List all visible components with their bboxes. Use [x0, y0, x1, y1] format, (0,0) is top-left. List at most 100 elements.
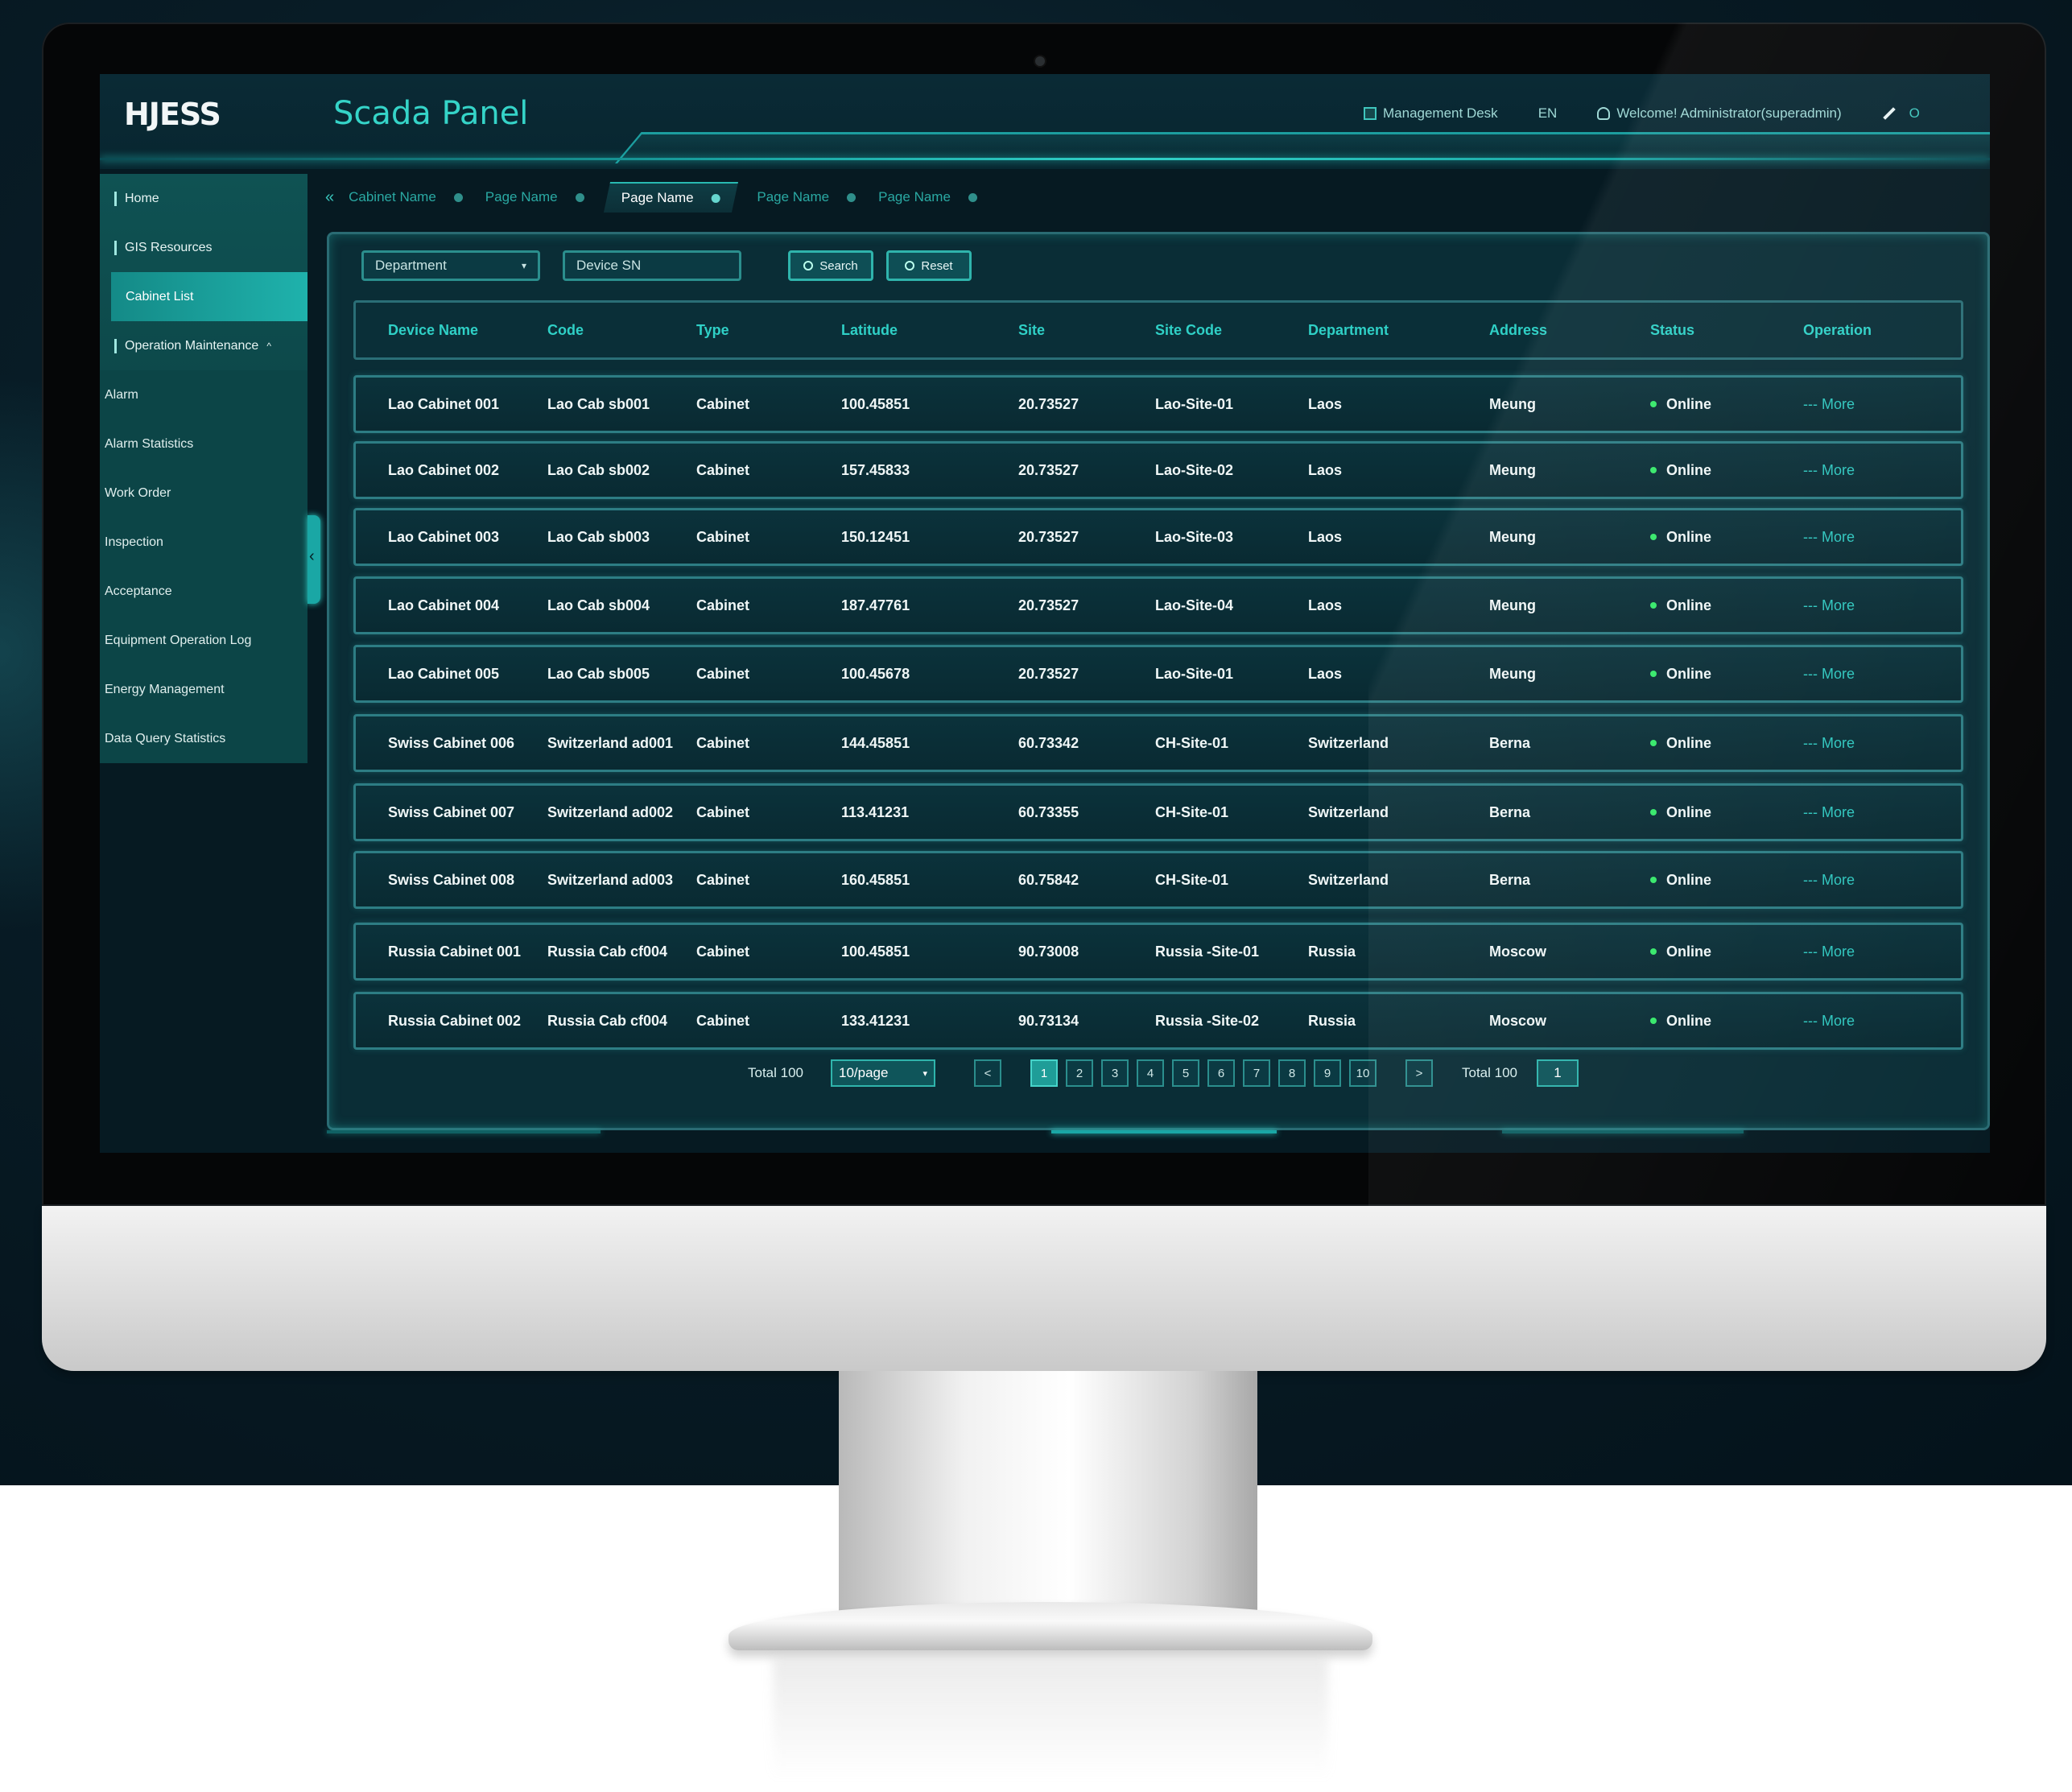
more-link[interactable]: --- More: [1803, 666, 1956, 683]
page-size-select[interactable]: 10/page ▾: [831, 1059, 935, 1087]
search-button[interactable]: Search: [788, 250, 873, 281]
close-tab-icon[interactable]: [968, 192, 977, 202]
more-link[interactable]: --- More: [1803, 1013, 1956, 1030]
table-cell: Berna: [1489, 803, 1531, 820]
sidebar-item-alarm[interactable]: Alarm: [100, 370, 307, 419]
table-row[interactable]: Swiss Cabinet 006 Switzerland ad001 Cabine…: [353, 714, 1963, 772]
column-header[interactable]: Device Name: [356, 322, 539, 339]
more-link[interactable]: --- More: [1803, 943, 1956, 960]
table-cell: Moscow: [1489, 1012, 1547, 1029]
more-link[interactable]: --- More: [1803, 872, 1956, 889]
table-row[interactable]: Russia Cabinet 001 Russia Cab cf004 Cabine…: [353, 923, 1963, 981]
table-cell: Cabinet: [696, 803, 750, 820]
more-link[interactable]: --- More: [1803, 597, 1956, 614]
user-menu[interactable]: Welcome! Administrator(superadmin): [1597, 105, 1842, 122]
language-label: EN: [1537, 105, 1558, 121]
next-page-button[interactable]: >: [1405, 1059, 1433, 1087]
double-chevron-left-icon[interactable]: «: [325, 188, 334, 207]
sidebar-item-energy[interactable]: Energy Management: [100, 665, 307, 714]
language-switch[interactable]: EN: [1538, 105, 1558, 122]
column-header[interactable]: Code: [539, 322, 696, 339]
table-cell: 60.75842: [1018, 871, 1079, 888]
more-link[interactable]: --- More: [1803, 804, 1956, 821]
table-cell: Russia: [1308, 943, 1356, 960]
table-cell: Switzerland ad003: [547, 871, 674, 888]
app-screen: HJESS Scada Panel Management Desk EN Wel…: [100, 74, 1990, 1153]
device-sn-input[interactable]: Device SN: [563, 250, 741, 281]
table-cell: 90.73008: [1018, 943, 1079, 960]
prev-page-button[interactable]: <: [974, 1059, 1001, 1087]
page-button[interactable]: 4: [1137, 1059, 1164, 1087]
sidebar-item-work-order[interactable]: Work Order: [100, 469, 307, 518]
more-link[interactable]: --- More: [1803, 529, 1956, 546]
table-row[interactable]: Lao Cabinet 004 Lao Cab sb004 Cabinet 187.4…: [353, 576, 1963, 634]
table-row[interactable]: Lao Cabinet 001 Lao Cab sb001 Cabinet 100.4…: [353, 375, 1963, 433]
page-button[interactable]: 3: [1101, 1059, 1129, 1087]
page-button[interactable]: 7: [1243, 1059, 1270, 1087]
tab-page-name-3[interactable]: Page Name: [757, 189, 856, 205]
column-header[interactable]: Latitude: [841, 322, 1018, 339]
sidebar-item-equipment-log[interactable]: Equipment Operation Log: [100, 616, 307, 665]
monitor-chin: [42, 1206, 2046, 1371]
sidebar-item-cabinet-list[interactable]: Cabinet List: [111, 272, 307, 321]
table-cell: Cabinet: [696, 943, 750, 960]
table-row[interactable]: Lao Cabinet 002 Lao Cab sb002 Cabinet 157.4…: [353, 441, 1963, 499]
table-cell: Cabinet: [696, 871, 750, 888]
table-cell: Swiss Cabinet 006: [388, 734, 515, 751]
table-cell: Russia -Site-02: [1155, 1012, 1260, 1029]
reset-button[interactable]: Reset: [886, 250, 972, 281]
column-header[interactable]: Site: [1018, 322, 1155, 339]
table-cell: 133.41231: [841, 1012, 910, 1029]
logo[interactable]: HJESS: [124, 98, 237, 140]
table-row[interactable]: Lao Cabinet 005 Lao Cab sb005 Cabinet 100.4…: [353, 645, 1963, 703]
page-button[interactable]: 8: [1278, 1059, 1306, 1087]
management-desk-label: Management Desk: [1383, 105, 1498, 121]
tab-cabinet-name[interactable]: Cabinet Name: [349, 189, 463, 205]
close-tab-icon[interactable]: [453, 192, 463, 202]
page-button[interactable]: 1: [1030, 1059, 1058, 1087]
page-button[interactable]: 5: [1172, 1059, 1199, 1087]
sidebar-item-acceptance[interactable]: Acceptance: [100, 567, 307, 616]
close-tab-icon[interactable]: [847, 192, 856, 202]
sidebar-item-alarm-statistics[interactable]: Alarm Statistics: [100, 419, 307, 469]
department-select[interactable]: Department ▾: [361, 250, 540, 281]
jump-page-input[interactable]: 1: [1537, 1059, 1579, 1087]
sidebar-item-inspection[interactable]: Inspection: [100, 518, 307, 567]
page-button[interactable]: 2: [1066, 1059, 1093, 1087]
page-button[interactable]: 9: [1314, 1059, 1341, 1087]
column-header[interactable]: Operation: [1803, 322, 1956, 339]
status-label: Online: [1666, 803, 1712, 820]
sidebar-item-operation[interactable]: Operation Maintenance ^: [100, 321, 307, 370]
reset-icon: [905, 261, 915, 270]
close-tab-icon[interactable]: [575, 192, 584, 202]
status-label: Online: [1666, 461, 1712, 478]
edit-profile[interactable]: O: [1882, 105, 1920, 122]
sidebar-item-home[interactable]: Home: [100, 174, 307, 223]
column-header[interactable]: Address: [1489, 322, 1650, 339]
table-row[interactable]: Lao Cabinet 003 Lao Cab sb003 Cabinet 150.1…: [353, 508, 1963, 566]
close-tab-icon[interactable]: [711, 193, 720, 203]
column-header[interactable]: Type: [696, 322, 841, 339]
sidebar-item-data-query[interactable]: Data Query Statistics: [100, 714, 307, 763]
more-link[interactable]: --- More: [1803, 462, 1956, 479]
management-desk-link[interactable]: Management Desk: [1364, 105, 1498, 122]
table-row[interactable]: Swiss Cabinet 008 Switzerland ad003 Cabine…: [353, 851, 1963, 909]
tab-page-name-4[interactable]: Page Name: [878, 189, 977, 205]
table-row[interactable]: Swiss Cabinet 007 Switzerland ad002 Cabine…: [353, 783, 1963, 841]
column-header[interactable]: Status: [1650, 322, 1803, 339]
table-row[interactable]: Russia Cabinet 002 Russia Cab cf004 Cabine…: [353, 992, 1963, 1050]
more-link[interactable]: --- More: [1803, 396, 1956, 413]
top-right-bar: Management Desk EN Welcome! Administrato…: [1364, 101, 1920, 126]
table-cell: Russia -Site-01: [1155, 943, 1260, 960]
table-cell: Swiss Cabinet 008: [388, 871, 515, 888]
tab-page-name-1[interactable]: Page Name: [485, 189, 584, 205]
column-header[interactable]: Site Code: [1155, 322, 1308, 339]
sidebar-item-gis[interactable]: GIS Resources: [100, 223, 307, 272]
sidebar-collapse-handle[interactable]: [307, 515, 320, 604]
table-cell: Russia Cabinet 001: [388, 943, 522, 960]
page-button[interactable]: 6: [1207, 1059, 1235, 1087]
page-button[interactable]: 10: [1349, 1059, 1377, 1087]
column-header[interactable]: Department: [1308, 322, 1489, 339]
tab-page-name-current[interactable]: Page Name: [603, 182, 738, 213]
more-link[interactable]: --- More: [1803, 735, 1956, 752]
